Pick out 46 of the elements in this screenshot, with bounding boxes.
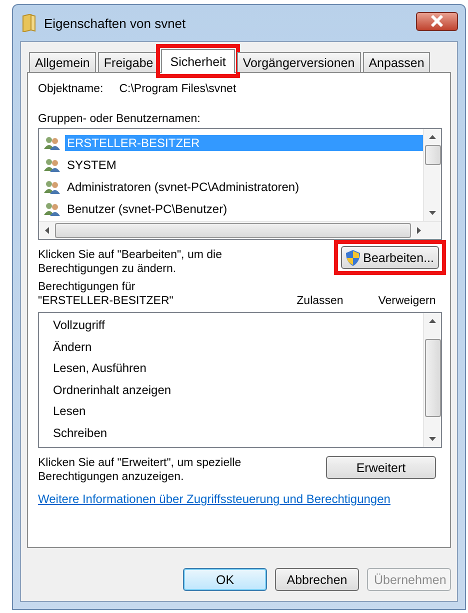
scroll-down-icon xyxy=(429,211,436,215)
permission-name: Lesen xyxy=(53,404,87,420)
dialog-button[interactable]: Abbrechen xyxy=(275,568,359,591)
scrollbar[interactable] xyxy=(423,129,441,221)
edit-button[interactable]: Bearbeiten... xyxy=(341,246,439,269)
edit-hint: Klicken Sie auf "Bearbeiten", um die Berechtigungen zu ändern. xyxy=(38,248,223,276)
scroll-down-icon xyxy=(429,437,436,441)
scroll-up-icon xyxy=(429,135,436,139)
user-list-item[interactable]: Benutzer (svnet-PC\Benutzer) xyxy=(43,198,423,220)
groups-label: Gruppen- oder Benutzernamen: xyxy=(38,113,202,125)
tab[interactable]: Anpassen xyxy=(362,52,430,72)
permission-name: Lesen, Ausführen xyxy=(53,361,148,377)
scroll-thumb[interactable] xyxy=(55,223,411,238)
tab[interactable]: Vorgängerversionen xyxy=(236,52,361,72)
object-name-label: Objektname: xyxy=(38,83,104,95)
users-icon xyxy=(43,136,61,150)
object-name-value: C:\Program Files\svnet xyxy=(119,83,236,95)
close-icon xyxy=(430,15,444,27)
scroll-left-icon xyxy=(45,227,49,234)
column-header: Verweigern xyxy=(377,294,437,308)
advanced-button[interactable]: Erweitert xyxy=(326,456,436,479)
permission-name: Ändern xyxy=(53,340,93,356)
info-link[interactable]: Weitere Informationen über Zugriffssteuerung und Berechtigungen xyxy=(38,492,442,506)
permission-name: Schreiben xyxy=(53,426,108,442)
dialog-button[interactable]: OK xyxy=(183,568,267,591)
permissions-label: Berechtigungen für "ERSTELLER-BESITZER" xyxy=(38,280,174,308)
user-list-item[interactable]: Administratoren (svnet-PC\Administratoren) xyxy=(43,176,423,198)
permission-name: Ordnerinhalt anzeigen xyxy=(53,382,172,398)
permission-name: Vollzugriff xyxy=(53,318,106,334)
advanced-hint: Klicken Sie auf "Erweitert", um spezielle Berechtigungen anzuzeigen. xyxy=(38,456,242,484)
scrollbar[interactable] xyxy=(39,221,441,239)
scrollbar[interactable] xyxy=(423,313,441,447)
scroll-up-icon xyxy=(429,319,436,323)
scroll-thumb[interactable] xyxy=(424,339,440,417)
column-header: Zulassen xyxy=(296,294,344,308)
users-icon xyxy=(43,180,61,194)
scroll-right-icon xyxy=(417,227,421,234)
user-list-item[interactable]: SYSTEM xyxy=(43,154,423,176)
tab[interactable]: Allgemein xyxy=(29,52,96,72)
window-title: Eigenschaften von svnet xyxy=(44,16,187,30)
close-button[interactable] xyxy=(416,12,458,30)
users-icon xyxy=(43,202,61,216)
scroll-thumb[interactable] xyxy=(424,145,440,165)
shield-icon xyxy=(346,250,360,266)
users-icon xyxy=(43,158,61,172)
folder-icon xyxy=(22,14,36,32)
